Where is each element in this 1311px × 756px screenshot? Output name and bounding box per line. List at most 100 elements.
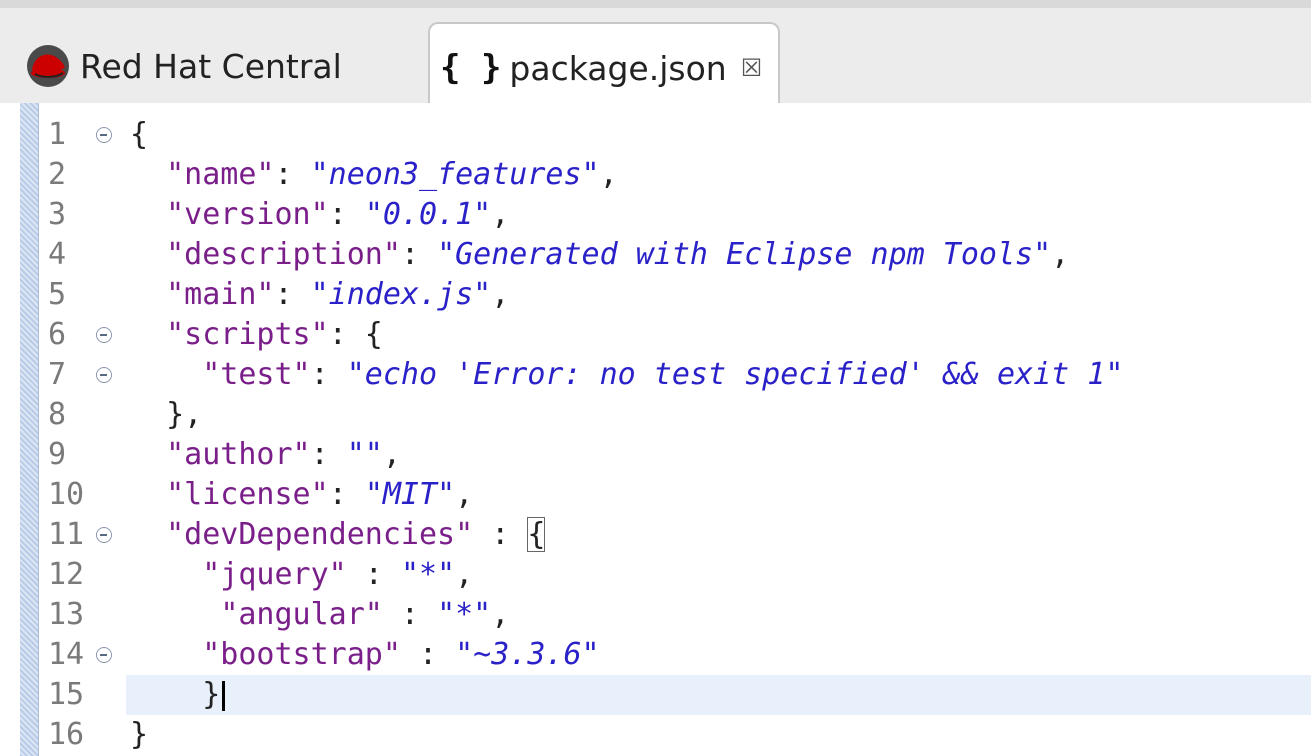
- punctuation: ,: [491, 277, 510, 312]
- code-text: "license": "MIT",: [130, 475, 473, 515]
- code-line[interactable]: 7 "test": "echo 'Error: no test specifie…: [0, 355, 1311, 395]
- punctuation: :: [328, 197, 365, 232]
- code-line[interactable]: 4 "description": "Generated with Eclipse…: [0, 235, 1311, 275]
- json-value: "0.0.1": [364, 197, 492, 232]
- code-line[interactable]: 10 "license": "MIT",: [0, 475, 1311, 515]
- line-number: 9: [48, 437, 67, 472]
- code-line[interactable]: 8 },: [0, 395, 1311, 435]
- json-value: "": [346, 437, 383, 472]
- code-line[interactable]: 14 "bootstrap" : "~3.3.6": [0, 635, 1311, 675]
- json-key: "author": [166, 437, 311, 472]
- punctuation: :: [310, 357, 347, 392]
- punctuation: :: [310, 437, 347, 472]
- code-text: }: [130, 675, 226, 715]
- json-key: "name": [166, 157, 275, 192]
- json-key: "angular": [220, 597, 383, 632]
- tab-label: package.json: [509, 48, 727, 88]
- line-number: 16: [48, 717, 85, 752]
- code-line[interactable]: 11 "devDependencies" : {: [0, 515, 1311, 555]
- punctuation: :: [400, 637, 456, 672]
- punctuation: :: [400, 237, 438, 272]
- code-text: "name": "neon3_features",: [130, 155, 618, 195]
- code-text: "scripts": {: [130, 315, 383, 355]
- json-key: "main": [166, 277, 275, 312]
- code-text: "test": "echo 'Error: no test specified'…: [130, 355, 1123, 395]
- punctuation: ,: [491, 597, 510, 632]
- punctuation: : {: [328, 317, 383, 352]
- line-number: 10: [48, 477, 85, 512]
- code-text: "main": "index.js",: [130, 275, 509, 315]
- json-key: "license": [166, 477, 329, 512]
- punctuation: :: [382, 597, 438, 632]
- code-text: "bootstrap" : "~3.3.6": [130, 635, 600, 675]
- punctuation: ,: [1051, 237, 1070, 272]
- line-number: 1: [48, 117, 67, 152]
- line-number: 8: [48, 397, 67, 432]
- punctuation: ,: [455, 557, 474, 592]
- code-line[interactable]: 13 "angular" : "*",: [0, 595, 1311, 635]
- code-line[interactable]: 3 "version": "0.0.1",: [0, 195, 1311, 235]
- json-key: "bootstrap": [202, 637, 401, 672]
- tab-label: Red Hat Central: [80, 46, 342, 86]
- code-text: }: [130, 715, 148, 755]
- code-line[interactable]: 1{: [0, 115, 1311, 155]
- editor-tab-bar: Red Hat Central { } package.json ☒: [0, 0, 1311, 112]
- code-line[interactable]: 12 "jquery" : "*",: [0, 555, 1311, 595]
- punctuation: :: [473, 517, 528, 552]
- fold-toggle-icon[interactable]: [96, 367, 112, 383]
- punctuation: ,: [491, 197, 510, 232]
- json-braces-icon: { }: [440, 48, 502, 88]
- line-number: 12: [48, 557, 85, 592]
- line-number: 3: [48, 197, 67, 232]
- json-value: "neon3_features": [310, 157, 600, 192]
- line-number: 13: [48, 597, 85, 632]
- code-line[interactable]: 5 "main": "index.js",: [0, 275, 1311, 315]
- code-text: "devDependencies" : {: [130, 515, 546, 555]
- text-caret: [222, 680, 226, 711]
- code-editor[interactable]: 1{2 "name": "neon3_features", 3 "version"…: [0, 103, 1311, 756]
- code-text: {: [130, 115, 148, 155]
- code-line[interactable]: 9 "author": "",: [0, 435, 1311, 475]
- punctuation: }: [130, 717, 149, 752]
- punctuation: :: [328, 477, 365, 512]
- punctuation: :: [274, 277, 311, 312]
- json-value: "MIT": [364, 477, 456, 512]
- json-value: "echo 'Error: no test specified' && exit…: [346, 357, 1124, 392]
- tab-red-hat-central[interactable]: Red Hat Central: [10, 22, 420, 110]
- json-value: "*": [400, 557, 456, 592]
- line-number: 2: [48, 157, 67, 192]
- fold-toggle-icon[interactable]: [96, 527, 112, 543]
- punctuation: ,: [455, 477, 474, 512]
- fold-toggle-icon[interactable]: [96, 647, 112, 663]
- punctuation: :: [274, 157, 311, 192]
- close-icon[interactable]: ☒: [741, 54, 763, 82]
- json-key: "devDependencies": [166, 517, 474, 552]
- code-text: "angular" : "*",: [130, 595, 509, 635]
- tab-package-json[interactable]: { } package.json ☒: [428, 22, 780, 112]
- json-key: "test": [202, 357, 311, 392]
- punctuation: {: [130, 117, 149, 152]
- punctuation: }: [202, 677, 221, 712]
- fold-toggle-icon[interactable]: [96, 327, 112, 343]
- code-line[interactable]: 15 }: [0, 675, 1311, 715]
- code-line[interactable]: 2 "name": "neon3_features",: [0, 155, 1311, 195]
- fold-toggle-icon[interactable]: [96, 127, 112, 143]
- code-text: "description": "Generated with Eclipse n…: [130, 235, 1069, 275]
- code-line[interactable]: 6 "scripts": {: [0, 315, 1311, 355]
- code-text: "jquery" : "*",: [130, 555, 473, 595]
- line-number: 6: [48, 317, 67, 352]
- json-key: "description": [166, 237, 401, 272]
- json-key: "jquery": [202, 557, 347, 592]
- json-value: "Generated with Eclipse npm Tools": [437, 237, 1052, 272]
- punctuation: ,: [382, 437, 401, 472]
- code-line[interactable]: 16}: [0, 715, 1311, 755]
- json-key: "version": [166, 197, 329, 232]
- line-number: 15: [48, 677, 85, 712]
- line-number: 5: [48, 277, 67, 312]
- punctuation: },: [166, 397, 203, 432]
- punctuation: ,: [599, 157, 618, 192]
- json-value: "~3.3.6": [455, 637, 600, 672]
- json-value: "index.js": [310, 277, 492, 312]
- json-value: "*": [437, 597, 492, 632]
- code-text: "version": "0.0.1",: [130, 195, 509, 235]
